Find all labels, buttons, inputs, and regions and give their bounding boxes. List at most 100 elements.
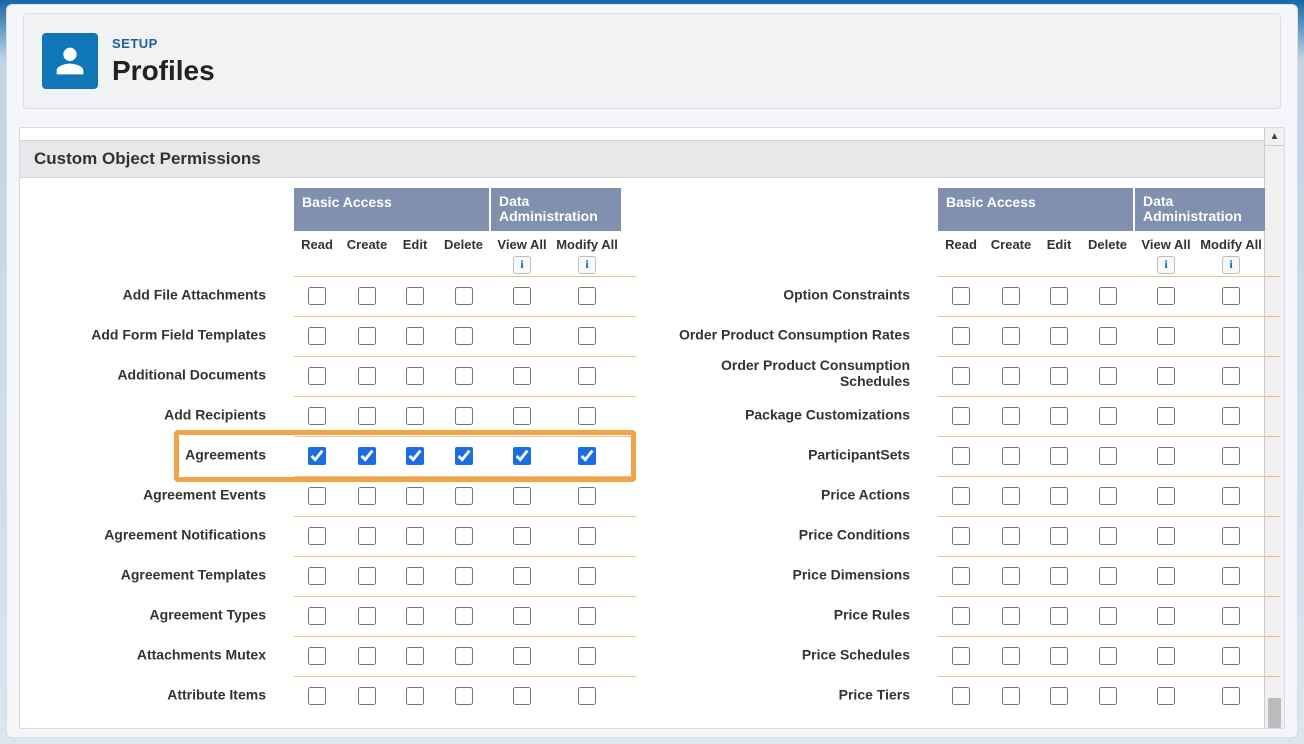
checkbox-delete[interactable] (455, 447, 473, 465)
checkbox-read[interactable] (308, 287, 326, 305)
checkbox-delete[interactable] (1099, 487, 1117, 505)
checkbox-create[interactable] (358, 367, 376, 385)
checkbox-delete[interactable] (455, 327, 473, 345)
checkbox-delete[interactable] (455, 407, 473, 425)
checkbox-read[interactable] (308, 607, 326, 625)
checkbox-create[interactable] (1002, 647, 1020, 665)
checkbox-create[interactable] (1002, 407, 1020, 425)
checkbox-edit[interactable] (1050, 447, 1068, 465)
checkbox-create[interactable] (358, 447, 376, 465)
scroll-up-button[interactable]: ▲ (1264, 128, 1284, 146)
checkbox-create[interactable] (1002, 607, 1020, 625)
info-icon[interactable]: i (513, 256, 531, 274)
checkbox-delete[interactable] (455, 487, 473, 505)
checkbox-delete[interactable] (1099, 687, 1117, 705)
checkbox-modify_all[interactable] (578, 287, 596, 305)
checkbox-view_all[interactable] (513, 367, 531, 385)
checkbox-view_all[interactable] (1157, 327, 1175, 345)
checkbox-edit[interactable] (1050, 687, 1068, 705)
checkbox-edit[interactable] (1050, 487, 1068, 505)
checkbox-read[interactable] (952, 327, 970, 345)
checkbox-read[interactable] (308, 527, 326, 545)
checkbox-create[interactable] (1002, 327, 1020, 345)
checkbox-edit[interactable] (1050, 407, 1068, 425)
checkbox-modify_all[interactable] (1222, 367, 1240, 385)
checkbox-modify_all[interactable] (1222, 687, 1240, 705)
checkbox-delete[interactable] (455, 567, 473, 585)
checkbox-create[interactable] (358, 607, 376, 625)
checkbox-read[interactable] (308, 687, 326, 705)
checkbox-modify_all[interactable] (1222, 567, 1240, 585)
checkbox-view_all[interactable] (1157, 647, 1175, 665)
checkbox-read[interactable] (952, 487, 970, 505)
checkbox-read[interactable] (308, 447, 326, 465)
checkbox-modify_all[interactable] (578, 487, 596, 505)
checkbox-view_all[interactable] (1157, 687, 1175, 705)
checkbox-edit[interactable] (1050, 327, 1068, 345)
checkbox-create[interactable] (1002, 567, 1020, 585)
checkbox-create[interactable] (358, 567, 376, 585)
checkbox-create[interactable] (1002, 527, 1020, 545)
checkbox-modify_all[interactable] (1222, 647, 1240, 665)
checkbox-edit[interactable] (406, 287, 424, 305)
checkbox-read[interactable] (952, 287, 970, 305)
checkbox-create[interactable] (358, 487, 376, 505)
checkbox-view_all[interactable] (513, 527, 531, 545)
checkbox-delete[interactable] (1099, 567, 1117, 585)
checkbox-read[interactable] (952, 647, 970, 665)
checkbox-delete[interactable] (1099, 367, 1117, 385)
checkbox-create[interactable] (358, 287, 376, 305)
checkbox-modify_all[interactable] (578, 447, 596, 465)
checkbox-create[interactable] (358, 327, 376, 345)
checkbox-read[interactable] (952, 607, 970, 625)
checkbox-edit[interactable] (406, 447, 424, 465)
checkbox-edit[interactable] (406, 367, 424, 385)
checkbox-edit[interactable] (1050, 567, 1068, 585)
checkbox-modify_all[interactable] (578, 647, 596, 665)
checkbox-view_all[interactable] (513, 287, 531, 305)
checkbox-read[interactable] (952, 527, 970, 545)
checkbox-modify_all[interactable] (1222, 327, 1240, 345)
checkbox-view_all[interactable] (513, 607, 531, 625)
checkbox-view_all[interactable] (1157, 407, 1175, 425)
checkbox-view_all[interactable] (513, 567, 531, 585)
checkbox-delete[interactable] (1099, 607, 1117, 625)
checkbox-delete[interactable] (1099, 287, 1117, 305)
info-icon[interactable]: i (1157, 256, 1175, 274)
checkbox-modify_all[interactable] (578, 527, 596, 545)
info-icon[interactable]: i (578, 256, 596, 274)
checkbox-modify_all[interactable] (1222, 287, 1240, 305)
checkbox-delete[interactable] (1099, 527, 1117, 545)
checkbox-delete[interactable] (455, 607, 473, 625)
checkbox-view_all[interactable] (1157, 527, 1175, 545)
checkbox-create[interactable] (358, 407, 376, 425)
checkbox-edit[interactable] (406, 527, 424, 545)
checkbox-view_all[interactable] (513, 407, 531, 425)
checkbox-modify_all[interactable] (1222, 607, 1240, 625)
checkbox-view_all[interactable] (513, 447, 531, 465)
checkbox-edit[interactable] (406, 407, 424, 425)
checkbox-edit[interactable] (406, 687, 424, 705)
checkbox-create[interactable] (358, 527, 376, 545)
checkbox-modify_all[interactable] (578, 607, 596, 625)
checkbox-delete[interactable] (1099, 407, 1117, 425)
checkbox-read[interactable] (952, 447, 970, 465)
checkbox-read[interactable] (952, 687, 970, 705)
checkbox-edit[interactable] (1050, 527, 1068, 545)
checkbox-modify_all[interactable] (578, 567, 596, 585)
checkbox-read[interactable] (952, 407, 970, 425)
checkbox-modify_all[interactable] (1222, 447, 1240, 465)
checkbox-view_all[interactable] (513, 487, 531, 505)
checkbox-create[interactable] (358, 687, 376, 705)
checkbox-read[interactable] (308, 327, 326, 345)
checkbox-view_all[interactable] (1157, 487, 1175, 505)
checkbox-delete[interactable] (455, 367, 473, 385)
checkbox-create[interactable] (358, 647, 376, 665)
checkbox-edit[interactable] (1050, 607, 1068, 625)
checkbox-create[interactable] (1002, 447, 1020, 465)
checkbox-view_all[interactable] (513, 687, 531, 705)
checkbox-delete[interactable] (1099, 647, 1117, 665)
checkbox-read[interactable] (308, 367, 326, 385)
checkbox-create[interactable] (1002, 687, 1020, 705)
checkbox-view_all[interactable] (1157, 367, 1175, 385)
